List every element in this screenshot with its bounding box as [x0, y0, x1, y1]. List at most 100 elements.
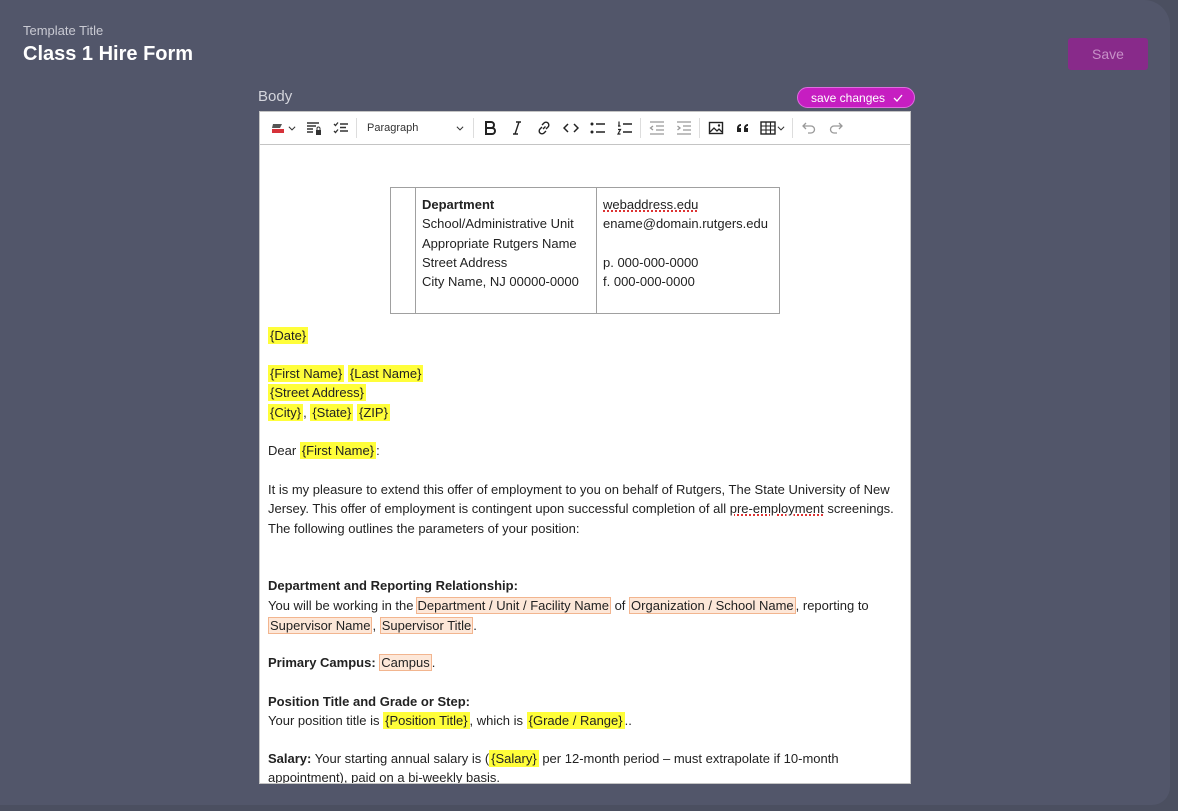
- letterhead-web: webaddress.edu: [603, 197, 699, 212]
- salary-label: Salary:: [268, 751, 312, 766]
- supervisor-title-placeholder[interactable]: Supervisor Title: [379, 616, 474, 634]
- colon-text: :: [376, 443, 380, 458]
- letterhead-line: Appropriate Rutgers Name: [422, 235, 577, 251]
- numbered-list-icon: [616, 121, 632, 135]
- link-button[interactable]: [530, 115, 557, 141]
- state-placeholder[interactable]: {State}: [310, 404, 354, 421]
- of-text: of: [614, 598, 626, 614]
- indent-button[interactable]: [670, 115, 697, 141]
- task-list-button[interactable]: [327, 115, 354, 141]
- indent-icon: [676, 121, 691, 135]
- chevron-down-icon: [288, 126, 296, 131]
- template-panel: Template Title Class 1 Hire Form Save Bo…: [0, 0, 1170, 805]
- city-placeholder[interactable]: {City}: [268, 404, 304, 421]
- undo-icon: [801, 122, 815, 134]
- salary-section: Salary: Your starting annual salary is (…: [268, 749, 898, 784]
- blockquote-button[interactable]: [729, 115, 756, 141]
- toolbar-separator: [473, 118, 474, 138]
- position-title-placeholder[interactable]: {Position Title}: [383, 712, 470, 730]
- first-name-placeholder[interactable]: {First Name}: [299, 442, 377, 459]
- grade-placeholder[interactable]: {Grade / Range}: [526, 712, 625, 730]
- campus-placeholder[interactable]: Campus: [379, 654, 432, 671]
- editor-toolbar: Paragraph: [260, 112, 910, 145]
- city-line: {City}, {State} {ZIP}: [268, 403, 390, 422]
- intro-paragraph: It is my pleasure to extend this offer o…: [268, 480, 898, 538]
- zip-placeholder[interactable]: {ZIP}: [357, 404, 390, 421]
- to-text: to: [857, 598, 869, 614]
- salary-placeholder[interactable]: {Salary}: [489, 750, 539, 767]
- letterhead-contact-cell: webaddress.edu ename@domain.rutgers.edu …: [597, 188, 779, 313]
- first-name-placeholder[interactable]: {First Name}: [268, 365, 345, 382]
- paragraph-select[interactable]: Paragraph: [359, 115, 471, 141]
- image-icon: [708, 121, 723, 135]
- save-changes-label: save changes: [811, 90, 886, 105]
- paragraph-select-label: Paragraph: [367, 122, 419, 134]
- redo-icon: [829, 122, 843, 134]
- code-icon: [562, 123, 579, 133]
- insert-table-dropdown[interactable]: [756, 115, 790, 141]
- bold-icon: [484, 121, 496, 135]
- department-text: You will be working in the: [268, 598, 414, 614]
- comma-text: ,: [303, 405, 307, 420]
- name-line: {First Name} {Last Name}: [268, 364, 424, 383]
- date-placeholder[interactable]: {Date}: [268, 327, 309, 344]
- toolbar-separator: [699, 118, 700, 138]
- code-button[interactable]: [557, 115, 584, 141]
- position-heading: Position Title and Grade or Step:: [268, 694, 471, 709]
- which-is-text: , which is: [469, 713, 524, 729]
- period-text: .: [431, 655, 436, 670]
- numbered-list-button[interactable]: [611, 115, 638, 141]
- letterhead-blank-line: [603, 234, 779, 253]
- intro-text-end: screenings.: [827, 501, 894, 517]
- letterhead-address-cell: Department School/Administrative Unit Ap…: [416, 188, 597, 313]
- outdent-button[interactable]: [643, 115, 670, 141]
- department-placeholder[interactable]: Department / Unit / Facility Name: [415, 597, 611, 615]
- period-text: .: [473, 617, 477, 633]
- double-period-text: ..: [624, 713, 632, 729]
- letterhead-logo-cell: [391, 188, 416, 313]
- highlight-icon: [272, 124, 284, 133]
- restricted-editing-button[interactable]: [300, 115, 327, 141]
- letterhead-line: Department: [422, 197, 495, 212]
- organization-placeholder[interactable]: Organization / School Name: [629, 597, 796, 615]
- street-address-placeholder[interactable]: {Street Address}: [268, 384, 366, 401]
- letterhead-table: Department School/Administrative Unit Ap…: [390, 187, 780, 314]
- letterhead-phone: p. 000-000-0000: [603, 254, 699, 270]
- intro-spellcheck-word: pre-employment: [729, 501, 824, 517]
- salary-text-3: appointment), paid on a bi-weekly basis.: [268, 770, 500, 784]
- date-line: {Date}: [268, 326, 309, 345]
- undo-button[interactable]: [795, 115, 822, 141]
- template-title-value[interactable]: Class 1 Hire Form: [23, 43, 193, 66]
- table-icon: [760, 121, 776, 135]
- department-heading: Department and Reporting Relationship:: [268, 578, 518, 593]
- blockquote-icon: [736, 124, 748, 132]
- letterhead-line: Street Address: [422, 254, 508, 270]
- letterhead-line: School/Administrative Unit: [422, 216, 574, 232]
- position-text: Your position title is: [268, 713, 380, 729]
- save-button[interactable]: Save: [1068, 38, 1148, 70]
- bulleted-list-icon: [590, 122, 605, 134]
- address-line: {Street Address}: [268, 383, 366, 402]
- italic-icon: [512, 121, 521, 135]
- chevron-down-icon: [456, 126, 464, 131]
- salary-text-2: per 12-month period – must extrapolate i…: [542, 751, 839, 766]
- task-list-icon: [333, 122, 348, 134]
- save-changes-button[interactable]: save changes: [797, 87, 916, 108]
- campus-label: Primary Campus:: [268, 655, 376, 670]
- last-name-placeholder[interactable]: {Last Name}: [347, 365, 424, 382]
- bulleted-list-button[interactable]: [584, 115, 611, 141]
- bold-button[interactable]: [476, 115, 503, 141]
- reporting-text: , reporting: [795, 598, 855, 614]
- comma-text: ,: [372, 617, 377, 633]
- highlight-dropdown[interactable]: [266, 115, 300, 141]
- supervisor-name-placeholder[interactable]: Supervisor Name: [268, 616, 373, 634]
- outdent-icon: [648, 121, 664, 135]
- redo-button[interactable]: [822, 115, 849, 141]
- italic-button[interactable]: [503, 115, 530, 141]
- insert-image-button[interactable]: [702, 115, 729, 141]
- body-label: Body: [258, 88, 293, 105]
- salary-text: Your starting annual salary is (: [314, 751, 490, 766]
- dear-text: Dear: [268, 443, 297, 458]
- lock-list-icon: [306, 122, 321, 135]
- rich-text-editor[interactable]: Paragraph Department School/Administrati…: [259, 111, 911, 784]
